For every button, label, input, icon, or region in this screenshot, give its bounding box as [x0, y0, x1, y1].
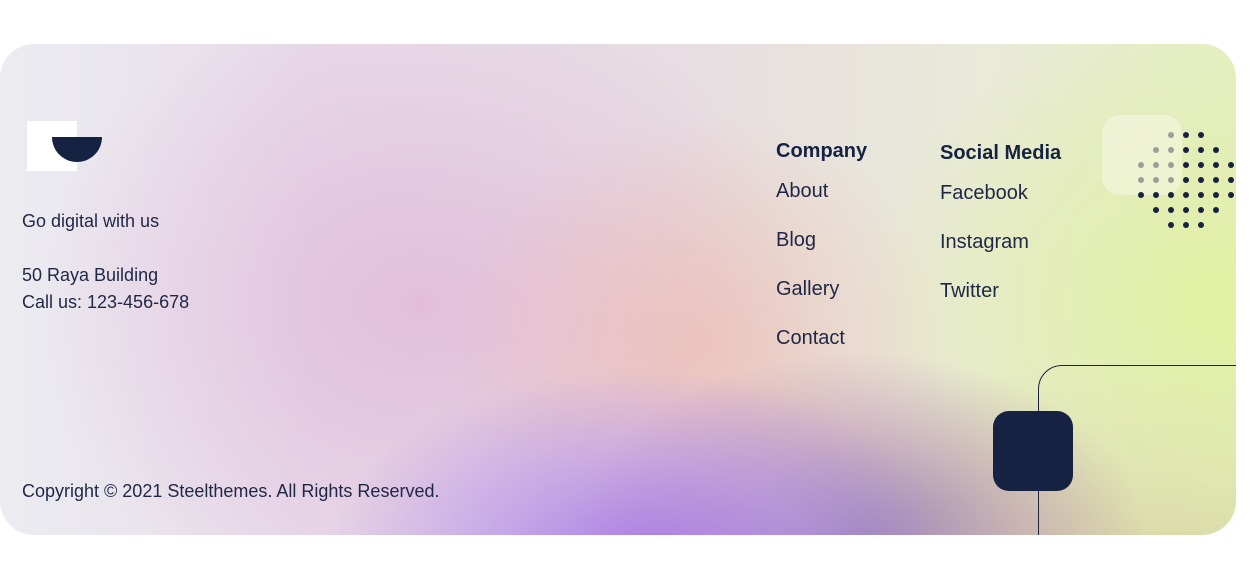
- decoration-dot: [1138, 192, 1144, 198]
- brand-logo[interactable]: [27, 121, 103, 171]
- footer-link-gallery[interactable]: Gallery: [776, 277, 867, 301]
- decoration-dot: [1153, 147, 1159, 153]
- decoration-dot: [1183, 147, 1189, 153]
- decoration-dot: [1138, 177, 1144, 183]
- decoration-dot: [1168, 132, 1174, 138]
- site-footer: Go digital with us 50 Raya Building Call…: [0, 44, 1236, 535]
- decoration-dot: [1183, 192, 1189, 198]
- decoration-dot: [1168, 192, 1174, 198]
- decoration-dot: [1213, 177, 1219, 183]
- decoration-dot: [1153, 207, 1159, 213]
- decoration-dot: [1183, 207, 1189, 213]
- footer-link-instagram[interactable]: Instagram: [940, 230, 1061, 254]
- decoration-dot: [1168, 147, 1174, 153]
- decoration-dot: [1153, 192, 1159, 198]
- decoration-dot: [1198, 222, 1204, 228]
- decoration-dot: [1213, 207, 1219, 213]
- decoration-dot: [1168, 177, 1174, 183]
- decoration-dot: [1183, 132, 1189, 138]
- brand-tagline: Go digital with us: [22, 211, 160, 231]
- contact-phone: Call us: 123-456-678: [22, 292, 190, 312]
- copyright-text: Copyright © 2021 Steelthemes. All Rights…: [22, 481, 440, 501]
- decoration-dot: [1198, 147, 1204, 153]
- decoration-dot: [1228, 177, 1234, 183]
- dot-pattern-decoration: [1138, 132, 1234, 228]
- decoration-dot: [1198, 162, 1204, 168]
- decoration-dot: [1168, 162, 1174, 168]
- footer-link-blog[interactable]: Blog: [776, 228, 867, 252]
- decoration-dot: [1198, 132, 1204, 138]
- decoration-dot: [1183, 177, 1189, 183]
- decoration-dot: [1213, 192, 1219, 198]
- decoration-dot: [1198, 177, 1204, 183]
- footer-link-twitter[interactable]: Twitter: [940, 279, 1061, 303]
- contact-address: 50 Raya Building: [22, 265, 159, 285]
- social-links-column: Social Media Facebook Instagram Twitter: [940, 142, 1061, 328]
- decoration-dot: [1168, 207, 1174, 213]
- decoration-dot: [1183, 222, 1189, 228]
- footer-link-contact[interactable]: Contact: [776, 326, 867, 350]
- decoration-dot: [1228, 162, 1234, 168]
- footer-link-about[interactable]: About: [776, 179, 867, 203]
- decoration-dot: [1153, 177, 1159, 183]
- decoration-dot: [1198, 192, 1204, 198]
- decoration-dot: [1198, 207, 1204, 213]
- decoration-dot: [1213, 147, 1219, 153]
- social-media-heading: Social Media: [940, 142, 1062, 164]
- decoration-dot: [1153, 162, 1159, 168]
- decoration-dot: [1183, 162, 1189, 168]
- decoration-dot: [1168, 222, 1174, 228]
- decoration-dot: [1138, 162, 1144, 168]
- company-links-column: Company About Blog Gallery Contact: [776, 140, 867, 375]
- footer-link-facebook[interactable]: Facebook: [940, 181, 1061, 205]
- decorative-navy-square: [993, 411, 1073, 491]
- decoration-dot: [1213, 162, 1219, 168]
- company-heading: Company: [776, 140, 868, 162]
- decoration-dot: [1228, 192, 1234, 198]
